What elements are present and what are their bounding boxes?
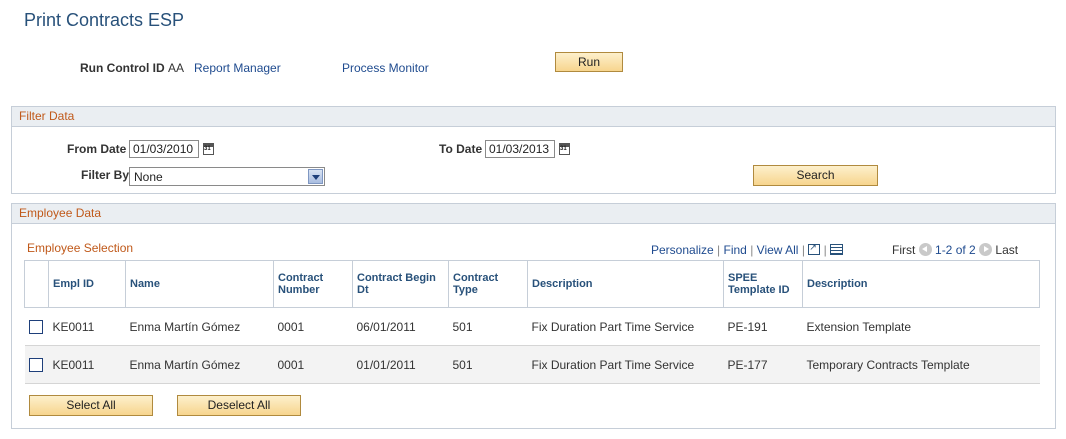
employee-table: Empl ID Name Contract Number Contract Be… [24, 260, 1040, 384]
employee-data-header: Employee Data [12, 204, 1055, 224]
cell: 0001 [273, 307, 353, 346]
cell: Temporary Contracts Template [802, 345, 1040, 384]
cell: PE-191 [723, 307, 803, 346]
filter-by-label: Filter By [81, 168, 130, 182]
view-all-link[interactable]: View All [757, 243, 799, 257]
deselect-all-button[interactable]: Deselect All [177, 395, 301, 416]
column-header: Name [125, 260, 274, 308]
to-date-label: To Date [439, 142, 483, 156]
row-select-checkbox[interactable] [28, 357, 43, 372]
cell: Fix Duration Part Time Service [527, 345, 724, 384]
cell: Extension Template [802, 307, 1040, 346]
column-header: Contract Number [273, 260, 353, 308]
table-header-row: Empl ID Name Contract Number Contract Be… [24, 260, 1040, 308]
download-grid-icon[interactable] [830, 244, 844, 255]
filter-by-select[interactable]: None [129, 167, 325, 186]
cell: Enma Martín Gómez [125, 345, 274, 384]
next-icon[interactable] [979, 243, 993, 256]
employee-data-title: Employee Data [19, 206, 102, 220]
cell: PE-177 [723, 345, 803, 384]
run-control-value: AA [168, 61, 185, 75]
personalize-link[interactable]: Personalize [651, 243, 714, 257]
cell: Enma Martín Gómez [125, 307, 274, 346]
table-row: KE0011 Enma Martín Gómez 0001 06/01/2011… [24, 307, 1040, 346]
select-column-header [24, 260, 49, 308]
grid-pagination: First 1-2 of 2 Last [892, 243, 1018, 257]
column-header: Description [802, 260, 1040, 308]
column-header: Empl ID [48, 260, 126, 308]
grid-title: Employee Selection [27, 241, 134, 255]
grid-toolbar: Personalize | Find | View All | | [651, 242, 844, 257]
filter-by-value: None [134, 170, 163, 184]
cell: 501 [448, 307, 528, 346]
column-header: SPEE Template ID [723, 260, 803, 308]
column-header: Description [527, 260, 724, 308]
chevron-down-icon[interactable] [308, 169, 323, 184]
find-link[interactable]: Find [724, 243, 747, 257]
filter-data-title: Filter Data [19, 109, 75, 123]
cell: 06/01/2011 [352, 307, 449, 346]
report-manager-link[interactable]: Report Manager [194, 61, 281, 75]
row-range: 1-2 of 2 [935, 243, 976, 257]
cell: KE0011 [48, 345, 126, 384]
search-button[interactable]: Search [753, 165, 878, 186]
from-date-input[interactable]: 01/03/2010 [129, 140, 199, 158]
employee-selection-grid: Employee Selection Personalize | Find | … [24, 238, 1040, 384]
run-button[interactable]: Run [555, 52, 623, 72]
select-all-button[interactable]: Select All [29, 395, 153, 416]
column-header: Contract Type [448, 260, 528, 308]
last-label[interactable]: Last [995, 243, 1018, 257]
previous-icon[interactable] [918, 243, 932, 256]
calendar-icon[interactable] [203, 143, 214, 155]
cell: KE0011 [48, 307, 126, 346]
process-monitor-link[interactable]: Process Monitor [342, 61, 429, 75]
table-row: KE0011 Enma Martín Gómez 0001 01/01/2011… [24, 345, 1040, 384]
column-header: Contract Begin Dt [352, 260, 449, 308]
to-date-input[interactable]: 01/03/2013 [485, 140, 555, 158]
page-title: Print Contracts ESP [24, 10, 185, 30]
filter-data-header: Filter Data [12, 107, 1055, 127]
from-date-label: From Date [67, 142, 127, 156]
cell: 0001 [273, 345, 353, 384]
row-select-checkbox[interactable] [28, 319, 43, 334]
cell: 501 [448, 345, 528, 384]
zoom-icon[interactable] [808, 242, 821, 255]
cell: 01/01/2011 [352, 345, 449, 384]
first-label[interactable]: First [892, 243, 915, 257]
calendar-icon[interactable] [559, 143, 570, 155]
run-control-label: Run Control ID [80, 61, 165, 75]
cell: Fix Duration Part Time Service [527, 307, 724, 346]
